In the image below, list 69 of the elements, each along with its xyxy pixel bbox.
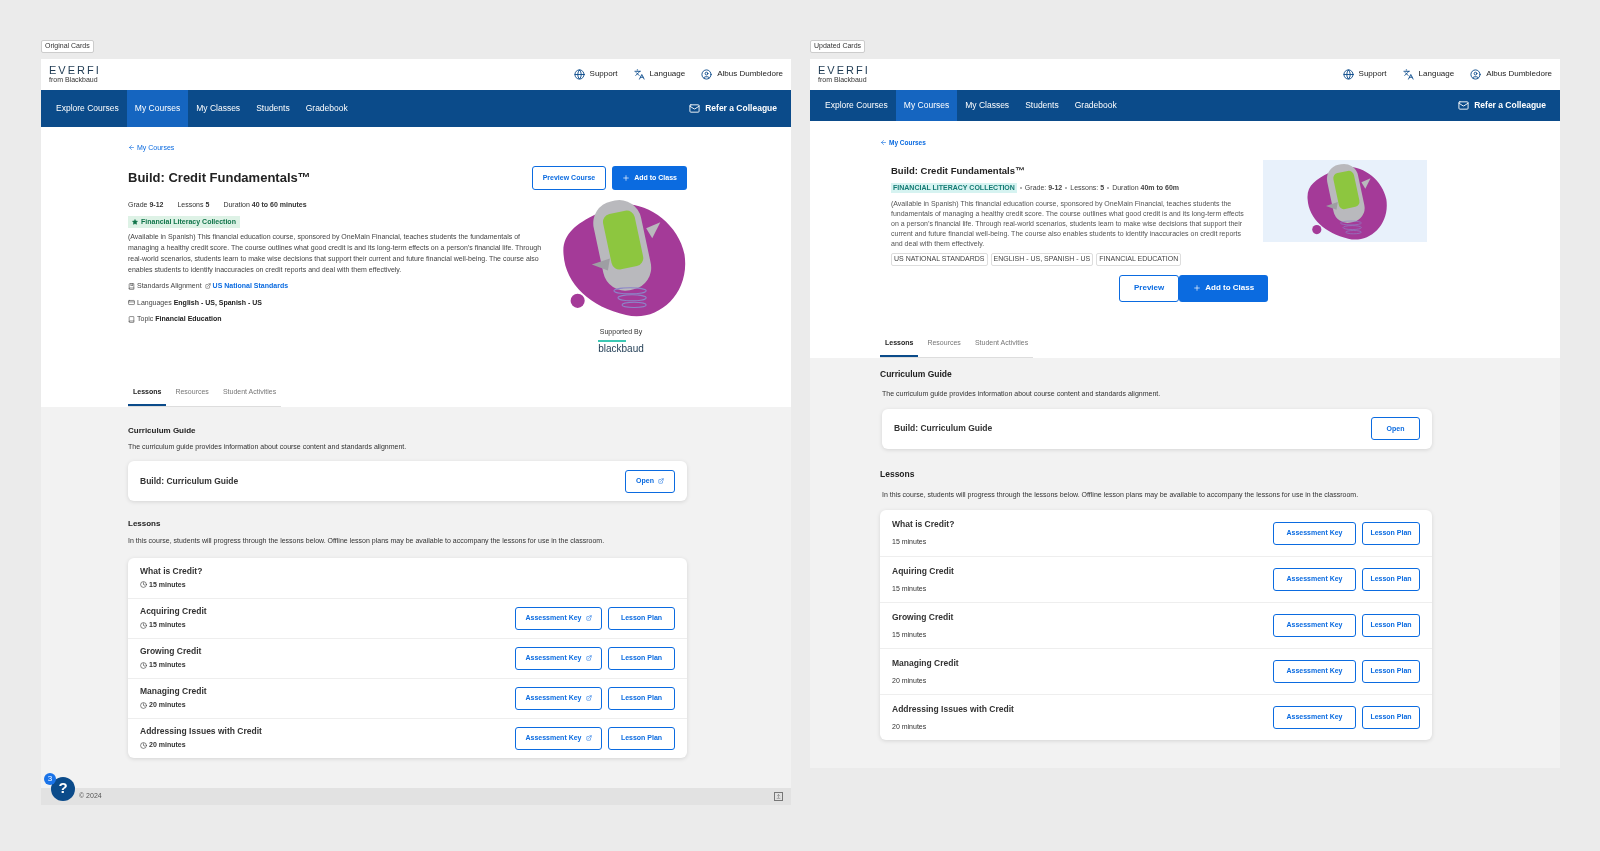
external-link-icon xyxy=(585,655,592,661)
section-heading: Lessons xyxy=(128,518,162,530)
lesson-title: Addressing Issues with Credit xyxy=(892,702,1014,716)
nav-tab[interactable]: Students xyxy=(1017,89,1067,121)
external-link-icon xyxy=(585,615,592,621)
external-link-icon xyxy=(204,283,211,290)
lesson-title: Acquiring Credit xyxy=(140,605,207,619)
clock-icon xyxy=(140,621,147,629)
lesson-title: Growing Credit xyxy=(892,610,954,624)
refer-link[interactable]: Refer a Colleague xyxy=(1458,89,1546,121)
header-link[interactable]: Language xyxy=(633,68,686,80)
card-title: Build: Curriculum Guide xyxy=(140,474,239,488)
clock-icon xyxy=(140,741,147,749)
nav-tab[interactable]: My Classes xyxy=(188,89,249,127)
nav-tab[interactable]: Explore Courses xyxy=(48,89,127,127)
course-title: Build: Credit Fundamentals™ xyxy=(128,169,311,188)
preview-button[interactable]: Preview xyxy=(1119,274,1180,302)
globe-icon xyxy=(1342,68,1354,80)
everfi-logo[interactable]: EVERFI xyxy=(818,65,870,76)
translate-icon xyxy=(1402,68,1414,80)
refer-link[interactable]: Refer a Colleague xyxy=(689,89,777,127)
section-heading: Curriculum Guide xyxy=(880,367,953,381)
lesson-title: Aquiring Credit xyxy=(892,564,954,578)
header-link[interactable]: Albus Dumbledore xyxy=(1470,68,1552,80)
everfi-logo[interactable]: EVERFI xyxy=(49,65,101,76)
mail-icon xyxy=(689,102,701,114)
plus-icon xyxy=(1193,284,1202,292)
add-to-class-button[interactable]: Add to Class xyxy=(1179,274,1269,302)
header-link[interactable]: Albus Dumbledore xyxy=(701,68,783,80)
clock-icon xyxy=(140,581,147,589)
lesson-title: Growing Credit xyxy=(140,645,202,659)
nav-tab[interactable]: My Courses xyxy=(895,89,958,121)
nav-tab[interactable]: Gradebook xyxy=(297,89,356,127)
plus-icon xyxy=(622,174,631,182)
globe-icon xyxy=(573,68,585,80)
header-link[interactable]: Support xyxy=(1342,68,1387,80)
nav-tab[interactable]: My Courses xyxy=(126,89,189,127)
lesson-title: Managing Credit xyxy=(140,685,207,699)
bookmark-book-icon xyxy=(128,282,135,290)
external-link-icon xyxy=(585,695,592,701)
lesson-title: Managing Credit xyxy=(892,656,959,670)
sponsor-logo: blackbaud xyxy=(598,339,644,354)
lesson-title: What is Credit? xyxy=(892,518,955,532)
star-icon xyxy=(132,218,138,225)
card-icon xyxy=(128,299,135,307)
external-link-icon xyxy=(658,478,664,484)
card-title: Build: Curriculum Guide xyxy=(894,422,993,436)
arrow-left-icon xyxy=(128,144,135,152)
header-link[interactable]: Language xyxy=(1402,68,1455,80)
clock-icon xyxy=(140,661,147,669)
external-link-icon xyxy=(585,735,592,741)
section-heading: Curriculum Guide xyxy=(128,424,197,437)
nav-tab[interactable]: My Classes xyxy=(957,89,1018,121)
scroll-top-icon[interactable] xyxy=(774,791,783,801)
lesson-title: Addressing Issues with Credit xyxy=(140,725,262,739)
user-icon xyxy=(1470,68,1482,80)
course-title: Build: Credit Fundamentals™ xyxy=(891,164,1026,179)
translate-icon xyxy=(633,68,645,80)
section-heading: Lessons xyxy=(880,467,916,481)
nav-tab[interactable]: Gradebook xyxy=(1066,89,1125,121)
user-icon xyxy=(701,68,713,80)
nav-tab[interactable]: Explore Courses xyxy=(817,89,896,121)
nav-tab[interactable]: Students xyxy=(248,89,298,127)
book-icon xyxy=(128,315,135,323)
lesson-title: What is Credit? xyxy=(140,564,203,578)
mail-icon xyxy=(1458,99,1470,111)
header-link[interactable]: Support xyxy=(573,68,618,80)
arrow-left-icon xyxy=(880,138,887,146)
clock-icon xyxy=(140,701,147,709)
